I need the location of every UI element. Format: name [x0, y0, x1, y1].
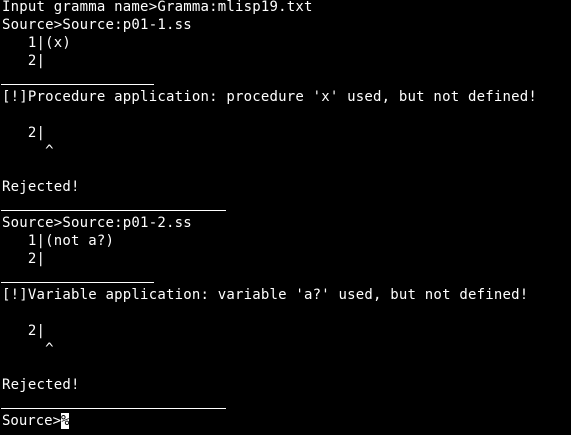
rejected-status-1: Rejected! [2, 179, 80, 195]
divider-long-2 [1, 408, 226, 409]
divider-long-1 [1, 210, 226, 211]
terminal-window[interactable]: Input gramma name>Gramma:mlisp19.txt Sou… [0, 0, 571, 435]
error-caret-1: ^ [2, 143, 54, 159]
source-line-1: Source>Source:p01-1.ss [2, 17, 192, 33]
source-prompt: Source> [2, 413, 62, 429]
error-message-1: [!]Procedure application: procedure 'x' … [2, 89, 537, 105]
code-line-1-2: 2| [2, 53, 46, 69]
gramma-prompt-line: Input gramma name>Gramma:mlisp19.txt [2, 0, 313, 15]
code-line-1-1: 1|(x) [2, 35, 72, 51]
text-cursor[interactable]: % [61, 413, 69, 429]
divider-short-2 [1, 282, 154, 283]
code-line-2-2: 2| [2, 251, 46, 267]
code-line-2-1: 1|(not a?) [2, 233, 115, 249]
error-caret-2: ^ [2, 341, 54, 357]
error-line-ref-2: 2| [2, 323, 46, 339]
rejected-status-2: Rejected! [2, 377, 80, 393]
error-line-ref-1: 2| [2, 125, 46, 141]
source-line-2: Source>Source:p01-2.ss [2, 215, 192, 231]
error-message-2: [!]Variable application: variable 'a?' u… [2, 287, 529, 303]
divider-short-1 [1, 84, 154, 85]
input-prompt-row[interactable]: Source>% [2, 412, 69, 430]
